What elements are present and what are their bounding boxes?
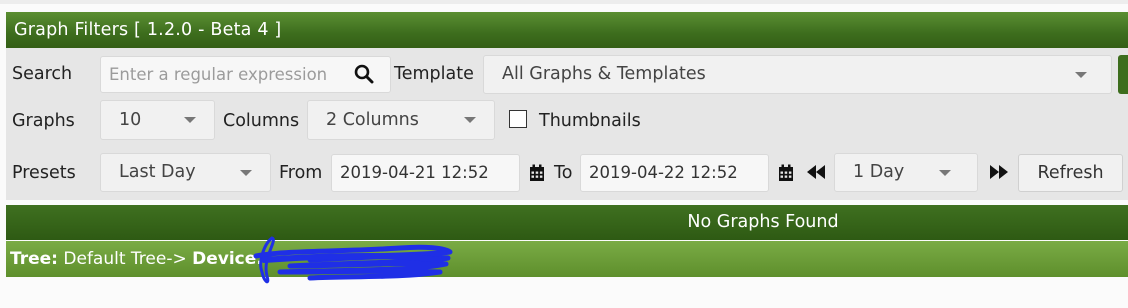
results-header: No Graphs Found [6, 205, 1128, 240]
to-date-input[interactable]: 2019-04-22 12:52 [580, 154, 769, 192]
graphs-value: 10 [119, 110, 142, 130]
to-date-value: 2019-04-22 12:52 [589, 163, 738, 182]
presets-select[interactable]: Last Day [100, 153, 271, 192]
tree-label: Tree: [10, 249, 58, 269]
columns-value: 2 Columns [326, 110, 419, 130]
redaction-scribble [253, 236, 453, 284]
graph-filters-panel: Graph Filters [ 1.2.0 - Beta 4 ] Search … [6, 12, 1128, 200]
go-button-edge[interactable] [1118, 55, 1128, 94]
chevron-down-icon [939, 169, 951, 176]
columns-label: Columns [223, 111, 300, 131]
calendar-icon[interactable] [529, 164, 545, 182]
search-input[interactable]: Enter a regular expression [100, 56, 391, 93]
template-value: All Graphs & Templates [502, 64, 706, 84]
search-placeholder: Enter a regular expression [109, 65, 328, 84]
refresh-button[interactable]: Refresh [1018, 154, 1123, 192]
timespan-select[interactable]: 1 Day [834, 153, 978, 192]
graphs-label: Graphs [12, 111, 75, 131]
from-date-input[interactable]: 2019-04-21 12:52 [331, 154, 520, 192]
top-divider [0, 0, 1128, 4]
thumbnails-checkbox[interactable] [509, 110, 527, 128]
search-label: Search [12, 64, 73, 84]
columns-select[interactable]: 2 Columns [307, 100, 495, 140]
chevron-down-icon [240, 169, 252, 176]
rewind-icon[interactable] [806, 165, 826, 179]
to-label: To [554, 163, 573, 183]
template-label: Template [394, 64, 474, 84]
chevron-down-icon [184, 117, 196, 123]
template-select[interactable]: All Graphs & Templates [483, 55, 1112, 94]
from-label: From [279, 163, 323, 183]
no-graphs-message: No Graphs Found [687, 212, 839, 232]
panel-title: Graph Filters [ 1.2.0 - Beta 4 ] [6, 12, 1128, 48]
tree-value[interactable]: Default Tree-> [63, 249, 186, 269]
tree-breadcrumb: Tree: Default Tree-> Device: [6, 241, 1128, 277]
calendar-icon[interactable] [778, 164, 794, 182]
chevron-down-icon [1075, 71, 1087, 78]
timespan-value: 1 Day [853, 162, 905, 182]
thumbnails-label: Thumbnails [539, 111, 641, 131]
search-icon[interactable] [354, 64, 374, 84]
presets-label: Presets [12, 163, 76, 183]
fast-forward-icon[interactable] [989, 165, 1009, 179]
graphs-select[interactable]: 10 [100, 100, 215, 140]
from-date-value: 2019-04-21 12:52 [340, 163, 489, 182]
presets-value: Last Day [119, 162, 196, 182]
chevron-down-icon [464, 117, 476, 123]
